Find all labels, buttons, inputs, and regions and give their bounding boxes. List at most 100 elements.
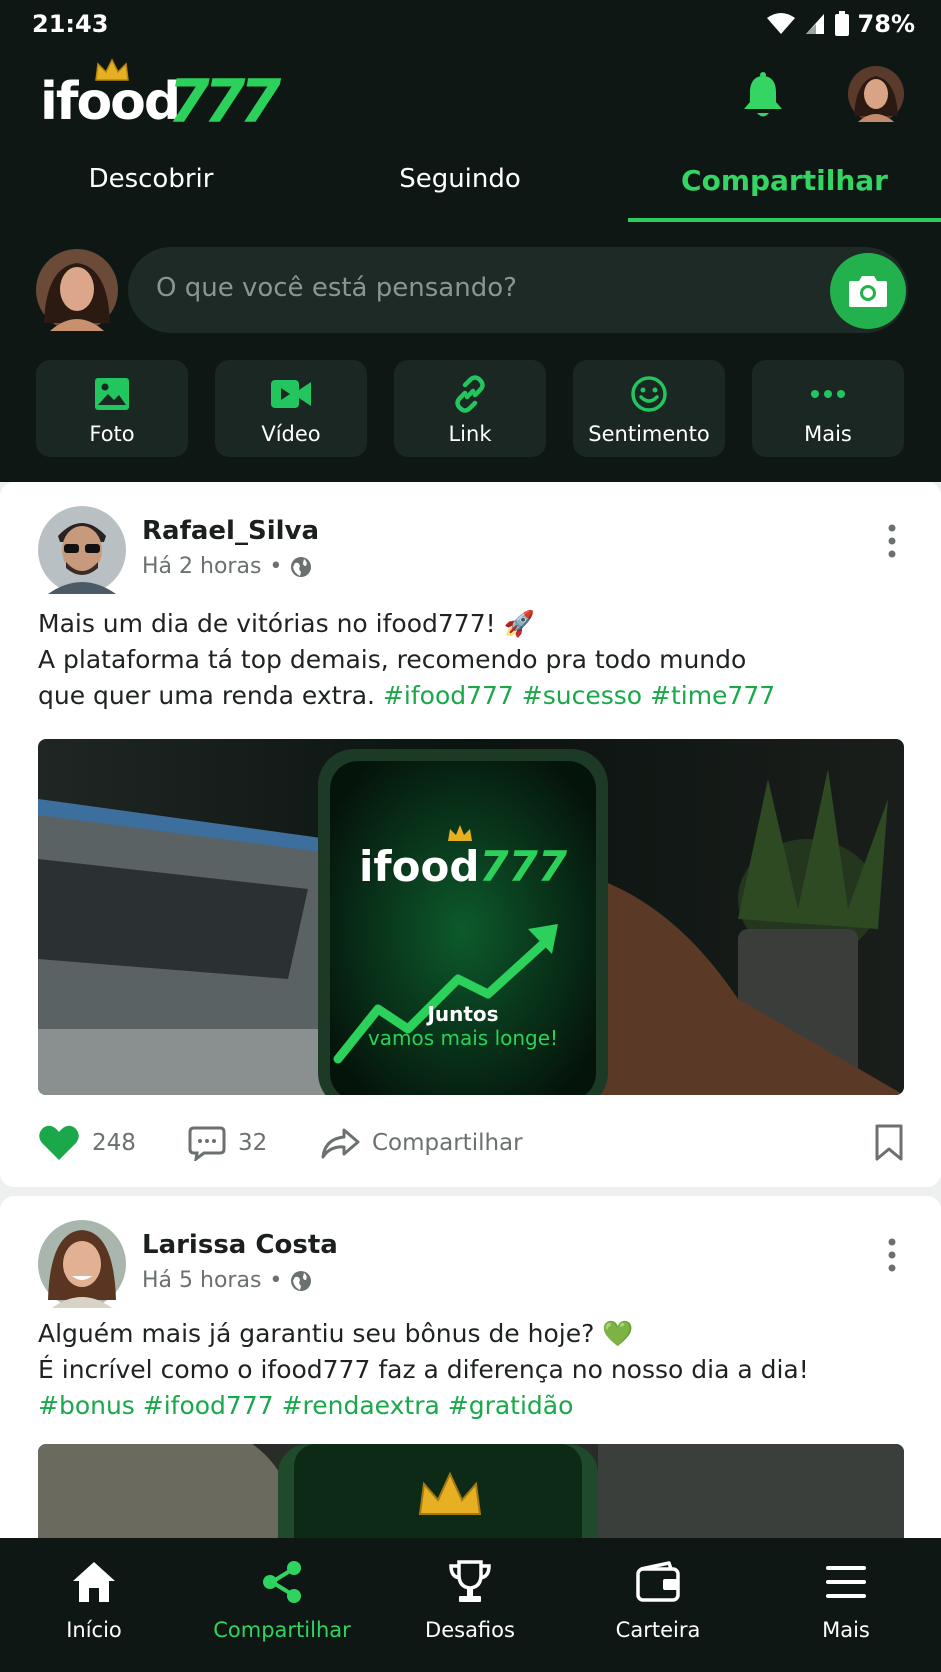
action-mais[interactable]: Mais [752,360,904,457]
action-label: Foto [89,422,135,446]
more-vertical-icon [888,1238,896,1272]
post-composer: O que você está pensando? [36,247,908,335]
share-button[interactable]: Compartilhar [320,1118,523,1168]
nav-desafios[interactable]: Desafios [376,1556,564,1656]
app-bar: ifood 777 [0,58,941,140]
image-logo-text: ifood777 [359,842,568,891]
more-vertical-icon [888,524,896,558]
comment-button[interactable]: 32 [188,1118,267,1168]
camera-button[interactable] [830,253,906,329]
smile-icon [631,376,667,412]
avatar [36,249,118,331]
menu-icon [826,1566,866,1598]
comment-icon [188,1126,226,1161]
post-hashtags[interactable]: #bonus #ifood777 #rendaextra #gratidão [38,1388,908,1424]
post-options-button[interactable] [887,1238,897,1276]
nav-label: Início [66,1618,122,1642]
more-dots-icon [811,390,845,398]
like-button[interactable]: 248 [38,1118,136,1168]
post-reactions: 248 32 Compartilhar [38,1118,904,1168]
nav-label: Desafios [425,1618,515,1642]
post-time: Há 2 horas [142,554,262,579]
post-card: Rafael_Silva Há 2 horas • Mais um dia de… [0,482,941,1187]
nav-inicio[interactable]: Início [0,1556,188,1656]
heart-icon [39,1125,79,1160]
nav-compartilhar[interactable]: Compartilhar [188,1556,376,1656]
status-icons: 78% [766,10,915,38]
action-label: Sentimento [588,422,710,446]
logo-number: 777 [168,67,281,137]
post-text: Alguém mais já garantiu seu bônus de hoj… [38,1316,908,1424]
camera-icon [849,276,887,307]
tab-compartilhar[interactable]: Compartilhar [628,150,941,224]
top-header-section: 21:43 78% ifood 777 Descobrir Seguindo C… [0,0,941,482]
like-count: 248 [92,1130,136,1156]
meta-separator: • [269,554,283,579]
home-icon [73,1562,115,1602]
post-meta: Há 2 horas • [142,554,312,579]
nav-label: Compartilhar [213,1618,351,1642]
post-author-name[interactable]: Rafael_Silva [142,516,319,546]
image-caption1: Juntos [425,1002,498,1026]
action-label: Vídeo [261,422,321,446]
feed-tabs: Descobrir Seguindo Compartilhar [0,150,941,224]
nav-label: Mais [822,1618,870,1642]
post-text-line: Alguém mais já garantiu seu bônus de hoj… [38,1319,634,1348]
post-options-button[interactable] [887,524,897,562]
status-time: 21:43 [32,10,109,38]
composer-actions: Foto Vídeo Link Sentimento Mais [36,360,906,457]
image-icon [95,378,129,410]
post-text-line: que quer uma renda extra. [38,681,375,710]
avatar [38,1220,126,1308]
image-caption2: vamos mais longe! [368,1026,558,1050]
post-text-line: É incrível como o ifood777 faz a diferen… [38,1355,809,1384]
comment-count: 32 [238,1130,268,1156]
avatar [38,506,126,594]
globe-icon [291,1270,312,1291]
composer-input[interactable]: O que você está pensando? [128,247,908,333]
nav-mais[interactable]: Mais [752,1556,940,1656]
bookmark-button[interactable] [874,1118,904,1168]
video-icon [271,380,311,408]
post-meta: Há 5 horas • [142,1268,312,1293]
profile-avatar[interactable] [848,66,904,126]
trophy-icon [449,1560,491,1602]
link-icon [455,375,485,413]
action-video[interactable]: Vídeo [215,360,367,457]
signal-icon [805,14,824,34]
wifi-icon [766,13,795,34]
nav-label: Carteira [615,1618,701,1642]
logo-text: ifood [40,72,181,132]
action-label: Link [448,422,492,446]
post-author-name[interactable]: Larissa Costa [142,1230,338,1260]
wallet-icon [636,1561,680,1602]
composer-avatar[interactable] [36,249,118,335]
action-label: Mais [804,422,852,446]
share-icon [263,1561,301,1603]
globe-icon [291,556,312,577]
post-time: Há 5 horas [142,1268,262,1293]
post-text-line: A plataforma tá top demais, recomendo pr… [38,645,747,674]
active-tab-indicator [628,218,941,222]
tab-seguindo[interactable]: Seguindo [302,150,618,224]
action-link[interactable]: Link [394,360,546,457]
post-author-avatar[interactable] [38,506,126,598]
post-text: Mais um dia de vitórias no ifood777! 🚀 A… [38,606,908,714]
post-hashtags[interactable]: #ifood777 #sucesso #time777 [383,681,775,710]
post-image[interactable]: ifood777 Juntos vamos mais longe! [38,739,904,1095]
tab-descobrir[interactable]: Descobrir [0,150,302,224]
promo-image: ifood777 Juntos vamos mais longe! [38,739,904,1095]
meta-separator: • [269,1268,283,1293]
bottom-navigation: Início Compartilhar Desafios Carteira Ma… [0,1538,941,1672]
status-bar: 21:43 78% [0,0,941,50]
bell-icon [744,72,782,117]
nav-carteira[interactable]: Carteira [564,1556,752,1656]
post-author-avatar[interactable] [38,1220,126,1312]
action-foto[interactable]: Foto [36,360,188,457]
battery-percent: 78% [857,10,915,38]
avatar [848,66,904,122]
bookmark-icon [875,1124,903,1161]
share-label: Compartilhar [372,1130,523,1156]
notifications-button[interactable] [740,72,786,126]
action-sentimento[interactable]: Sentimento [573,360,725,457]
